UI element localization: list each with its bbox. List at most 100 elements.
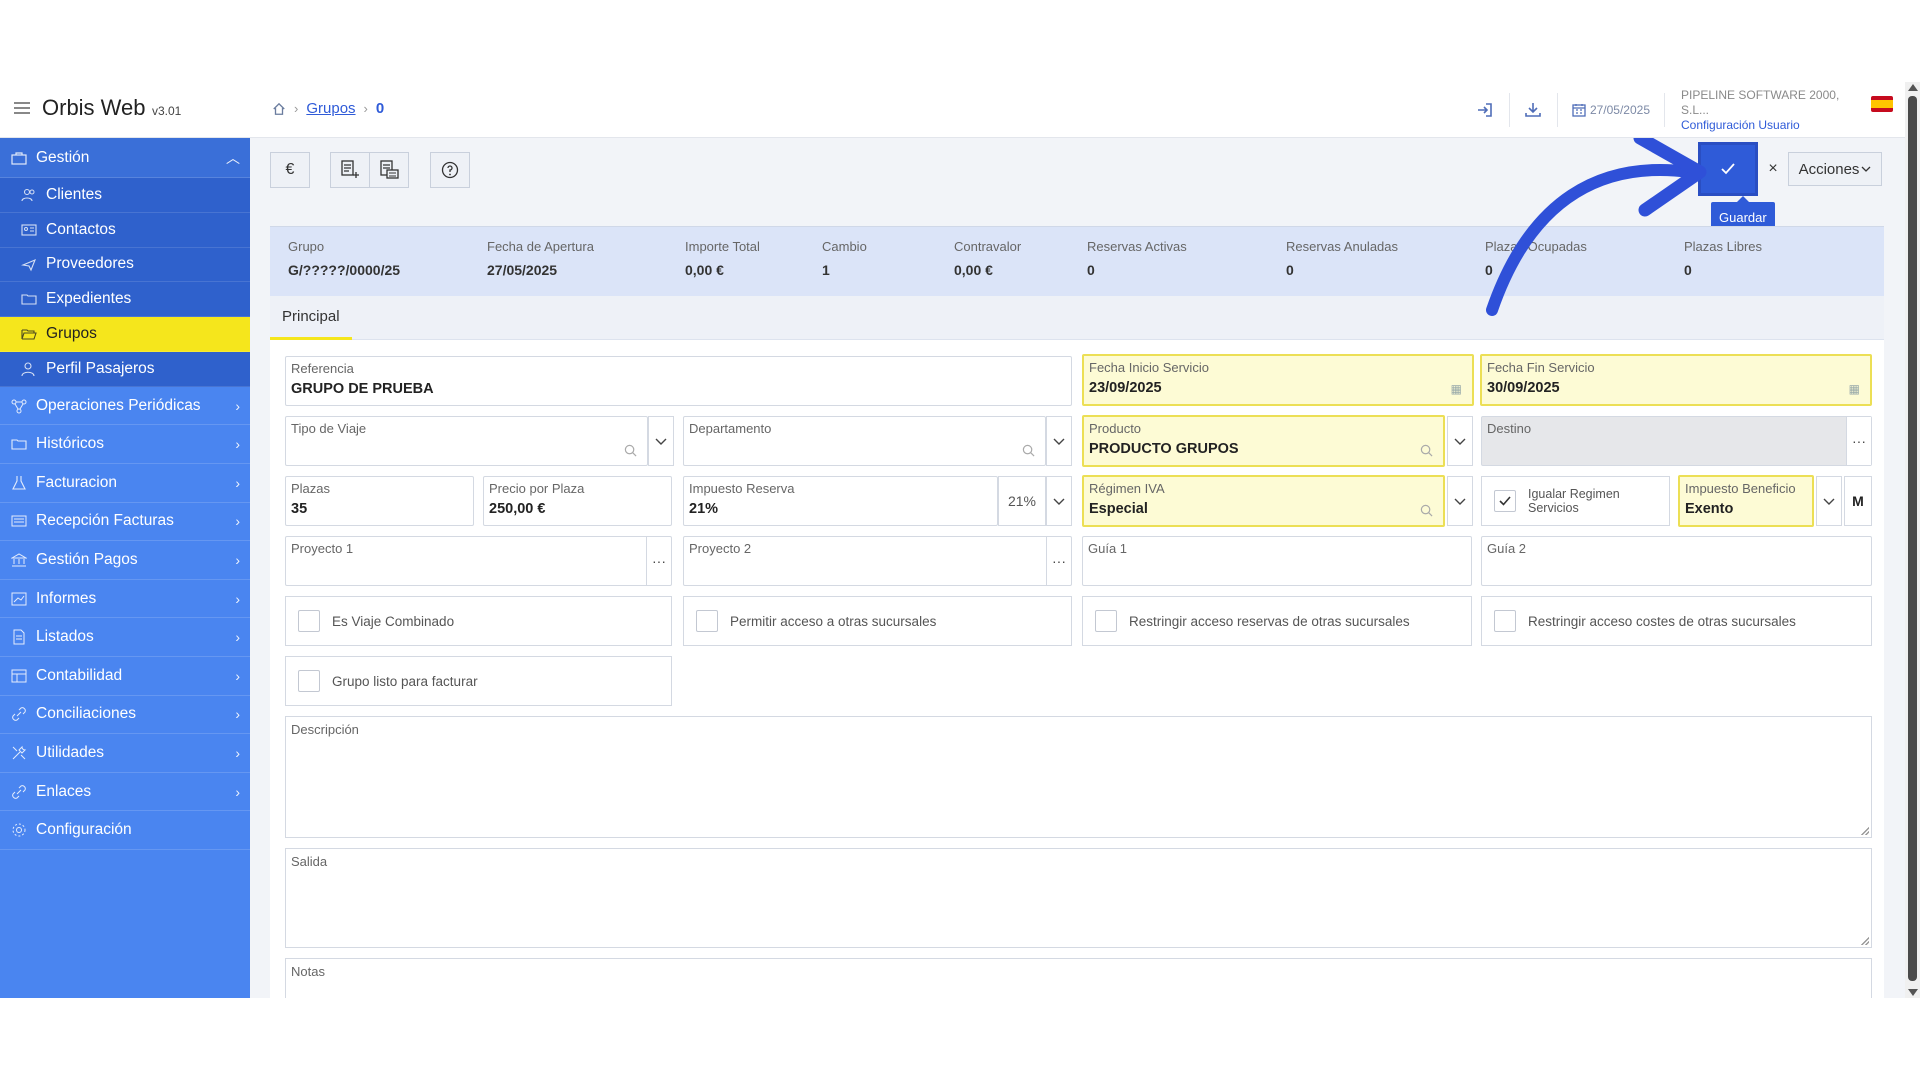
sidebar-item-operaciones-periodicas[interactable]: Operaciones Periódicas › [0, 387, 250, 426]
sidebar-item-utilidades[interactable]: Utilidades › [0, 734, 250, 773]
fecha-inicio-field[interactable]: Fecha Inicio Servicio 23/09/2025 ▦ [1082, 354, 1474, 406]
document-icon [10, 628, 28, 646]
hamburger-menu-icon[interactable] [14, 102, 30, 116]
sidebar-item-listados[interactable]: Listados › [0, 618, 250, 657]
tipo-viaje-dropdown[interactable] [648, 416, 674, 466]
sidebar-item-label: Recepción Facturas [36, 512, 174, 530]
salida-textarea[interactable]: Salida [285, 848, 1872, 948]
more-options-button[interactable]: ··· [646, 537, 671, 585]
ledger-icon [10, 667, 28, 685]
search-icon[interactable] [1420, 444, 1433, 457]
sidebar-item-contactos[interactable]: Contactos [0, 212, 250, 248]
sidebar-item-historicos[interactable]: Históricos › [0, 425, 250, 464]
impuesto-beneficio-dropdown[interactable] [1816, 476, 1842, 526]
field-label: Fecha Inicio Servicio [1089, 360, 1209, 375]
descripcion-textarea[interactable]: Descripción [285, 716, 1872, 838]
add-document-button[interactable] [330, 152, 370, 188]
calendar-icon[interactable]: ▦ [1451, 382, 1462, 396]
notas-textarea[interactable]: Notas [285, 958, 1872, 998]
sidebar-item-recepcion-facturas[interactable]: Recepción Facturas › [0, 503, 250, 542]
scroll-up-arrow-icon[interactable] [1908, 84, 1918, 91]
field-label: Impuesto Reserva [689, 481, 795, 496]
currency-button[interactable]: € [270, 152, 310, 188]
destino-field[interactable]: Destino ··· [1481, 416, 1872, 466]
impuesto-beneficio-mode[interactable]: M [1844, 476, 1872, 526]
download-icon[interactable] [1510, 93, 1558, 127]
spain-flag-icon[interactable] [1871, 96, 1893, 112]
sidebar-item-conciliaciones[interactable]: Conciliaciones › [0, 696, 250, 735]
search-icon[interactable] [624, 444, 637, 457]
list-icon [10, 512, 28, 530]
print-document-button[interactable] [369, 152, 409, 188]
restringir-costes-checkbox[interactable] [1494, 610, 1516, 632]
session-date-text: 27/05/2025 [1589, 103, 1650, 117]
company-name: PIPELINE SOFTWARE 2000, S.L... [1681, 87, 1840, 117]
sidebar-item-configuracion[interactable]: Configuración [0, 811, 250, 850]
restringir-reservas-checkbox[interactable] [1095, 610, 1117, 632]
plazas-field[interactable]: Plazas 35 [285, 476, 474, 526]
breadcrumb-grupos-link[interactable]: Grupos [306, 100, 355, 117]
sidebar-item-informes[interactable]: Informes › [0, 580, 250, 619]
gear-icon [10, 821, 28, 839]
login-icon[interactable] [1462, 93, 1510, 127]
producto-dropdown[interactable] [1447, 416, 1473, 466]
acciones-dropdown[interactable]: Acciones [1788, 152, 1882, 186]
search-icon[interactable] [1420, 504, 1433, 517]
guia1-field[interactable]: Guía 1 [1082, 536, 1472, 586]
session-date[interactable]: 27/05/2025 [1558, 93, 1665, 127]
resize-handle[interactable] [1861, 827, 1869, 835]
departamento-dropdown[interactable] [1046, 416, 1072, 466]
igualar-regimen-checkbox[interactable] [1494, 490, 1516, 512]
regimen-iva-field[interactable]: Régimen IVA Especial [1082, 475, 1445, 527]
more-options-button[interactable]: ··· [1046, 537, 1071, 585]
resize-handle[interactable] [1861, 937, 1869, 945]
precio-plaza-field[interactable]: Precio por Plaza 250,00 € [483, 476, 672, 526]
guia2-field[interactable]: Guía 2 [1481, 536, 1872, 586]
sidebar-item-contabilidad[interactable]: Contabilidad › [0, 657, 250, 696]
producto-field[interactable]: Producto PRODUCTO GRUPOS [1082, 415, 1445, 467]
sidebar-item-facturacion[interactable]: Facturacion › [0, 464, 250, 503]
fecha-fin-field[interactable]: Fecha Fin Servicio 30/09/2025 ▦ [1480, 354, 1872, 406]
sidebar-item-label: Contabilidad [36, 666, 123, 684]
scrollbar-thumb[interactable] [1908, 96, 1917, 981]
search-icon[interactable] [1022, 444, 1035, 457]
impuesto-beneficio-field[interactable]: Impuesto Beneficio Exento [1678, 475, 1814, 527]
impuesto-reserva-pct[interactable]: 21% [998, 476, 1046, 526]
regimen-iva-dropdown[interactable] [1447, 476, 1473, 526]
header-actions: 27/05/2025 PIPELINE SOFTWARE 2000, S.L..… [1462, 82, 1893, 138]
checkbox-label: Permitir acceso a otras sucursales [730, 613, 937, 629]
calendar-icon [1572, 104, 1586, 117]
tab-principal[interactable]: Principal [270, 296, 352, 340]
sidebar-item-proveedores[interactable]: Proveedores [0, 247, 250, 283]
more-options-button[interactable]: ··· [1846, 417, 1871, 465]
impuesto-reserva-field[interactable]: Impuesto Reserva 21% [683, 476, 998, 526]
user-config-link[interactable]: Configuración Usuario [1681, 118, 1865, 133]
calendar-icon[interactable]: ▦ [1849, 382, 1860, 396]
close-button[interactable]: × [1760, 156, 1786, 182]
page-scrollbar[interactable] [1905, 82, 1920, 998]
proyecto1-field[interactable]: Proyecto 1 ··· [285, 536, 672, 586]
sidebar-section-gestion[interactable]: Gestión ︿ [0, 138, 250, 178]
impuesto-reserva-dropdown[interactable] [1046, 476, 1072, 526]
sidebar-item-perfil-pasajeros[interactable]: Perfil Pasajeros [0, 351, 250, 387]
permitir-acceso-checkbox[interactable] [696, 610, 718, 632]
sidebar-item-grupos[interactable]: Grupos [0, 317, 258, 352]
help-button[interactable] [430, 152, 470, 188]
scroll-down-arrow-icon[interactable] [1908, 989, 1918, 996]
proyecto2-field[interactable]: Proyecto 2 ··· [683, 536, 1072, 586]
tipo-viaje-field[interactable]: Tipo de Viaje [285, 416, 648, 466]
es-viaje-combinado-checkbox[interactable] [298, 610, 320, 632]
home-icon[interactable] [272, 102, 286, 116]
summary-label: Cambio [822, 239, 867, 254]
grupo-listo-checkbox[interactable] [298, 670, 320, 692]
departamento-field[interactable]: Departamento [683, 416, 1046, 466]
plane-icon [20, 255, 38, 273]
sidebar-item-expedientes[interactable]: Expedientes [0, 282, 250, 318]
referencia-field[interactable]: Referencia GRUPO DE PRUEBA [285, 356, 1072, 406]
save-button[interactable] [1698, 142, 1758, 196]
field-label: Proyecto 1 [291, 541, 354, 556]
sidebar-item-gestion-pagos[interactable]: Gestión Pagos › [0, 541, 250, 580]
top-bar: Orbis Web v3.01 › Grupos › 0 27/05/2025 … [0, 82, 1905, 138]
sidebar-item-enlaces[interactable]: Enlaces › [0, 773, 250, 812]
sidebar-item-clientes[interactable]: Clientes [0, 178, 250, 213]
